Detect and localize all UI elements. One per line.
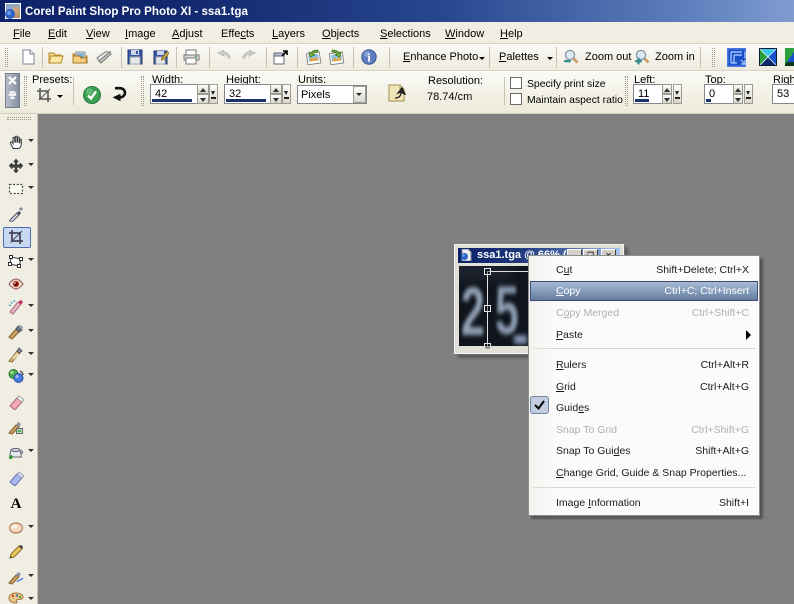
svg-text:A: A [11, 496, 22, 511]
